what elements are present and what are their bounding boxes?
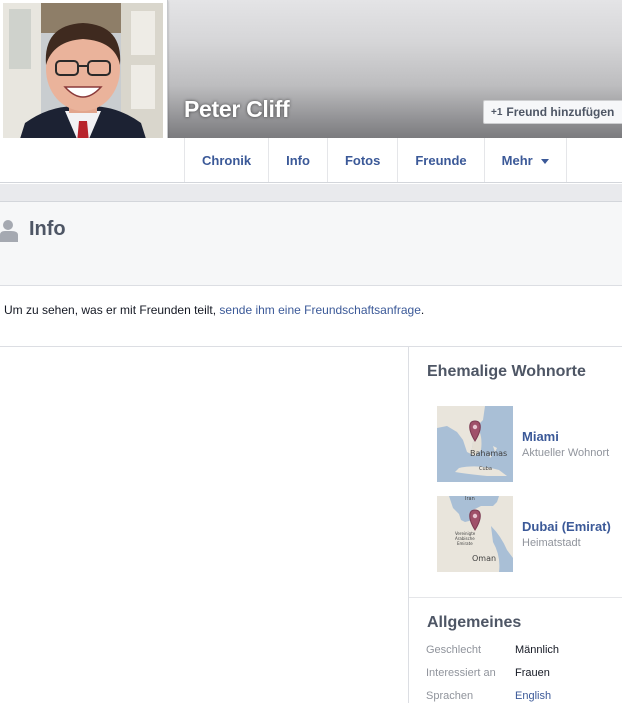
general-value-interested-in: Frauen (515, 667, 550, 679)
map-label-uae-3: Emirate (457, 541, 473, 546)
general-label-interested-in: Interessiert an (426, 667, 496, 679)
general-value-gender: Männlich (515, 644, 560, 656)
info-title: Info (29, 218, 66, 240)
profile-nav-bar: Chronik Info Fotos Freunde Mehr (0, 138, 622, 183)
map-label-bahamas: Bahamas (470, 449, 507, 458)
map-label-oman: Oman (472, 554, 496, 563)
places-title: Ehemalige Wohnorte (427, 363, 586, 380)
column-divider (408, 347, 409, 703)
profile-nav-tabs: Chronik Info Fotos Freunde Mehr (184, 138, 567, 182)
map-thumbnail-dubai[interactable]: Iran Vereinigte Arabische Emirate Oman (437, 496, 513, 572)
notice-text: Um zu sehen, was er mit Freunden teilt, (4, 303, 220, 317)
map-dubai-image: Iran Vereinigte Arabische Emirate Oman (437, 496, 513, 572)
tab-info[interactable]: Info (269, 138, 328, 182)
place-name-dubai[interactable]: Dubai (Emirat) (522, 519, 611, 534)
tab-fotos[interactable]: Fotos (328, 138, 399, 182)
map-label-cuba: Cuba (479, 466, 492, 472)
tab-mehr-label: Mehr (501, 152, 533, 168)
info-header (0, 202, 622, 286)
general-label-gender: Geschlecht (426, 644, 482, 656)
place-subtitle-dubai: Heimatstadt (522, 537, 581, 549)
chevron-down-icon (540, 158, 549, 164)
add-friend-label: Freund hinzufügen (506, 105, 615, 119)
general-title: Allgemeines (427, 614, 522, 631)
add-friend-icon: +1 (491, 106, 503, 118)
tab-chronik[interactable]: Chronik (185, 138, 270, 182)
map-thumbnail-miami[interactable]: Bahamas Cuba (437, 406, 513, 482)
section-spacer (0, 184, 622, 202)
person-icon (0, 220, 18, 242)
map-miami-image: Bahamas Cuba (437, 406, 513, 482)
sidebar-divider (409, 597, 622, 598)
add-friend-button[interactable]: +1 Freund hinzufügen (483, 100, 622, 124)
notice-end: . (420, 303, 425, 317)
friend-request-notice: Um zu sehen, was er mit Freunden teilt, … (4, 303, 424, 317)
general-value-languages[interactable]: English (515, 690, 551, 702)
place-name-miami[interactable]: Miami (522, 429, 559, 444)
general-label-languages: Sprachen (426, 690, 474, 702)
tab-mehr[interactable]: Mehr (485, 138, 567, 182)
map-label-iran: Iran (465, 496, 475, 502)
place-subtitle-miami: Aktueller Wohnort (522, 447, 610, 459)
content-divider (0, 346, 622, 347)
profile-name[interactable]: Peter Cliff (184, 96, 290, 123)
tab-freunde[interactable]: Freunde (398, 138, 485, 182)
send-friend-request-link[interactable]: sende ihm eine Freundschaftsanfrage (219, 303, 420, 317)
profile-page: Peter Cliff +1 Freund hinzufügen Chronik… (0, 0, 622, 703)
